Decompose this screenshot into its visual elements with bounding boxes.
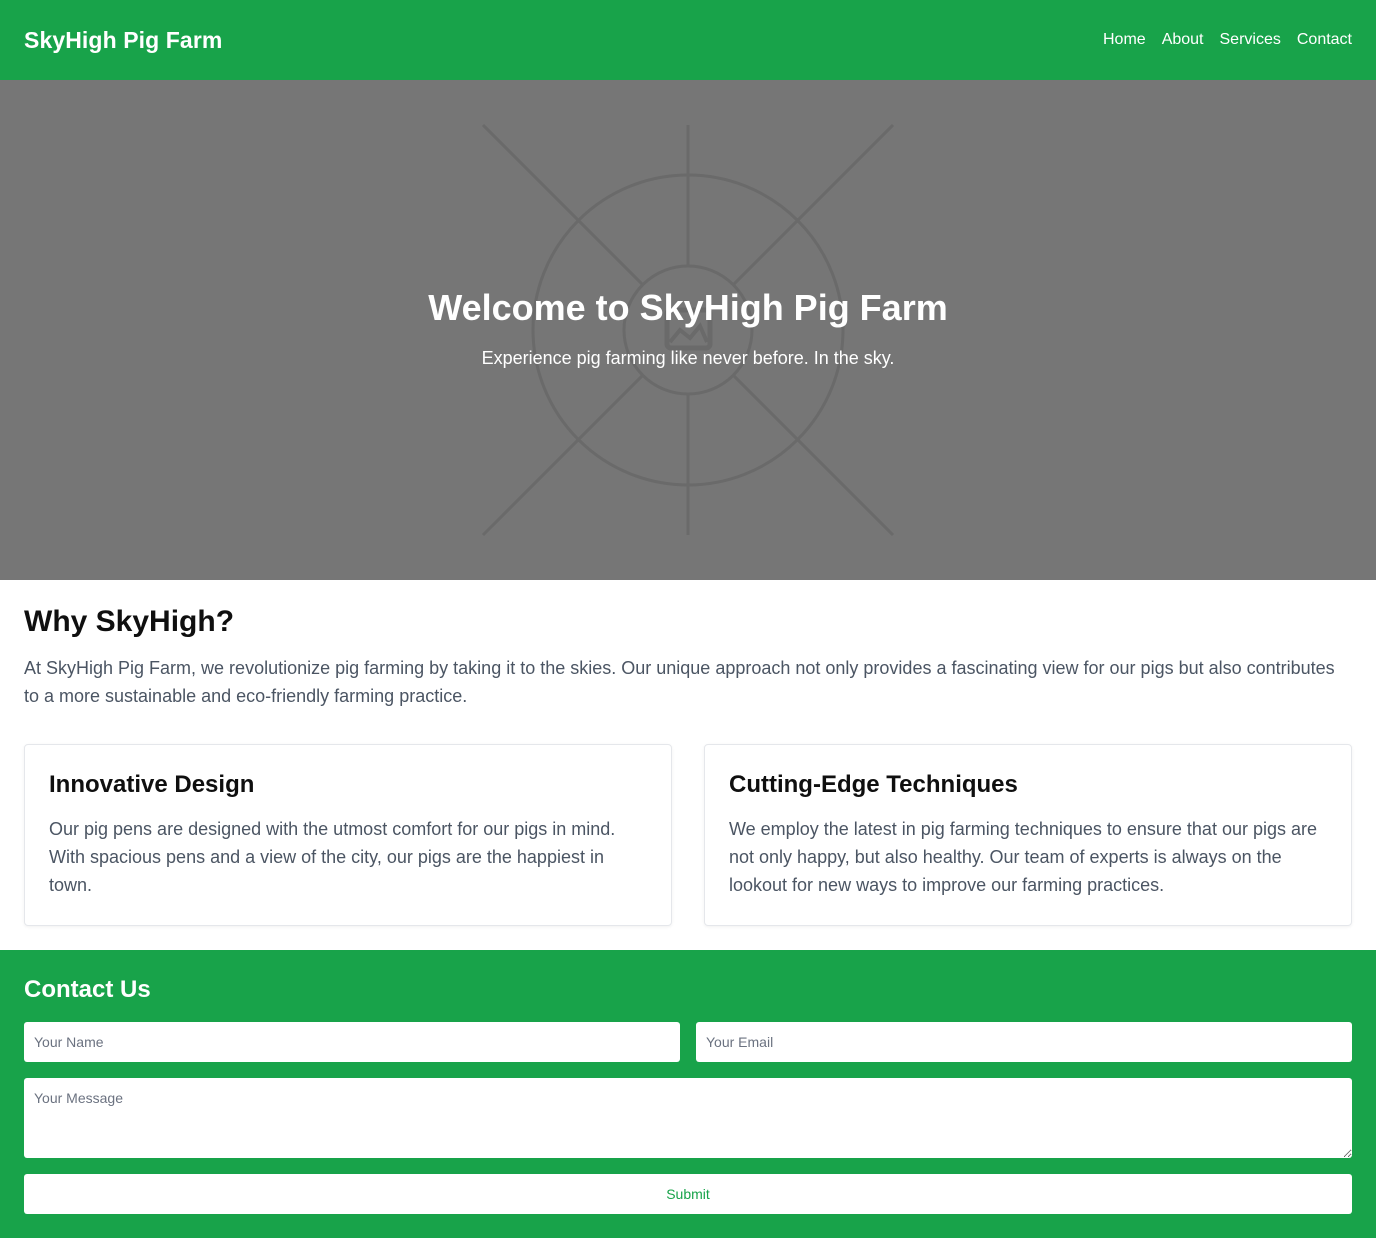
why-title: Why SkyHigh? [24, 605, 235, 638]
message-textarea[interactable] [24, 1078, 1352, 1158]
card-text: We employ the latest in pig farming tech… [729, 819, 1317, 895]
card-title: Innovative Design [49, 771, 255, 798]
nav-link-home[interactable]: Home [1103, 31, 1146, 49]
hero-title: Welcome to SkyHigh Pig Farm [428, 287, 948, 328]
feature-card-cutting-edge: Cutting-Edge Techniques We employ the la… [704, 744, 1352, 926]
feature-cards: Innovative Design Our pig pens are desig… [24, 744, 1352, 926]
contact-title: Contact Us [24, 976, 151, 1003]
why-text: At SkyHigh Pig Farm, we revolutionize pi… [24, 658, 1335, 706]
submit-button[interactable]: Submit [24, 1174, 1352, 1214]
hero-banner: Welcome to SkyHigh Pig Farm Experience p… [0, 80, 1376, 580]
navbar: SkyHigh Pig Farm Home About Services Con… [0, 0, 1376, 80]
hero-content: Welcome to SkyHigh Pig Farm Experience p… [0, 284, 1376, 370]
name-input[interactable] [24, 1022, 680, 1062]
card-title: Cutting-Edge Techniques [729, 771, 1018, 798]
card-text: Our pig pens are designed with the utmos… [49, 819, 616, 895]
contact-row [24, 1022, 1352, 1062]
brand-logo-text[interactable]: SkyHigh Pig Farm [24, 27, 222, 54]
nav-link-services[interactable]: Services [1220, 31, 1281, 49]
contact-section: Contact Us Submit [0, 950, 1376, 1238]
nav-link-contact[interactable]: Contact [1297, 31, 1352, 49]
nav-links: Home About Services Contact [1103, 31, 1352, 49]
hero-subtitle: Experience pig farming like never before… [481, 348, 895, 368]
why-section: Why SkyHigh? At SkyHigh Pig Farm, we rev… [0, 580, 1376, 926]
nav-link-about[interactable]: About [1162, 31, 1204, 49]
feature-card-innovative-design: Innovative Design Our pig pens are desig… [24, 744, 672, 926]
email-input[interactable] [696, 1022, 1352, 1062]
